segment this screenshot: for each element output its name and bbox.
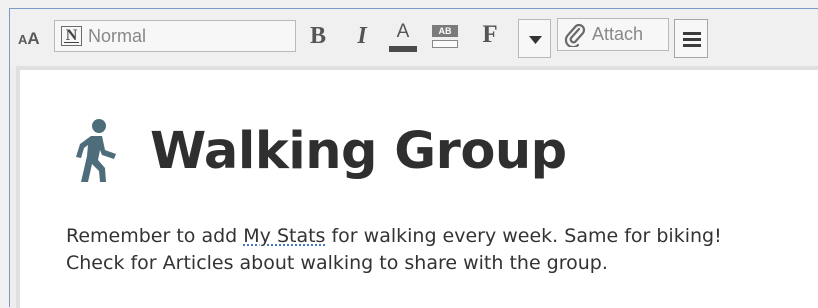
body-line-2: Check for Articles about walking to shar…: [66, 252, 608, 274]
paragraph-style-icon: N: [61, 26, 82, 46]
page-heading: Walking Group: [72, 118, 567, 184]
menu-button[interactable]: [674, 19, 708, 58]
highlight-button[interactable]: AB: [431, 25, 459, 55]
walking-person-icon: [76, 119, 116, 182]
editor-window: AA N Normal B I A AB F Attach Walking Gr…: [9, 8, 818, 308]
font-color-swatch: [389, 46, 417, 52]
bold-icon: B: [309, 23, 326, 49]
attach-label: Attach: [592, 24, 644, 44]
my-stats-link[interactable]: My Stats: [243, 225, 325, 247]
highlight-swatch: [432, 40, 458, 48]
font-color-icon: A: [396, 21, 410, 42]
text-size-big-glyph: A: [27, 29, 40, 48]
text-size-button[interactable]: AA: [18, 29, 50, 53]
body-line-1-prefix: Remember to add: [66, 225, 244, 247]
bold-button[interactable]: B: [306, 23, 330, 53]
body-line-1-suffix: for walking every week. Same for biking!: [325, 225, 722, 247]
formatting-toolbar: AA N Normal B I A AB F Attach: [10, 9, 818, 66]
italic-button[interactable]: I: [350, 23, 374, 53]
text-size-small-glyph: A: [18, 32, 28, 47]
chevron-down-icon: [529, 36, 542, 44]
font-icon: F: [482, 21, 498, 48]
attach-icon: [564, 23, 586, 47]
more-options-dropdown[interactable]: [518, 19, 551, 58]
italic-icon: I: [357, 23, 367, 49]
body-paragraph: Remember to add My Stats for walking eve…: [66, 223, 818, 277]
body-line-1: Remember to add My Stats for walking eve…: [66, 223, 818, 250]
heading-title: Walking Group: [150, 121, 567, 181]
font-color-button[interactable]: A: [388, 21, 418, 55]
font-button[interactable]: F: [478, 21, 502, 53]
highlight-icon: AB: [432, 25, 458, 37]
paragraph-style-select[interactable]: N Normal: [54, 20, 296, 52]
editor-content-area[interactable]: Walking Group Remember to add My Stats f…: [16, 66, 818, 308]
paragraph-style-value: Normal: [88, 25, 147, 46]
attach-button[interactable]: Attach: [557, 18, 669, 51]
